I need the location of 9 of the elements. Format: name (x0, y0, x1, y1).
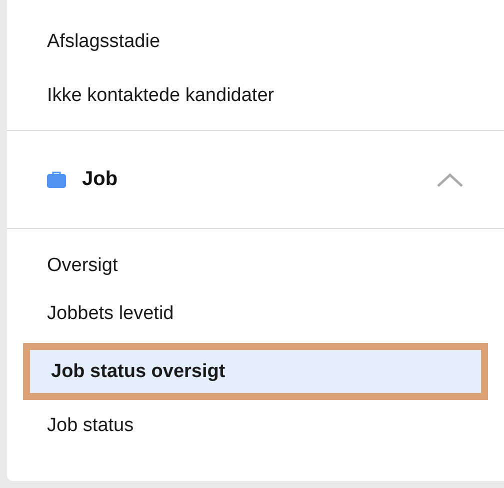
menu-item[interactable]: Oversigt (7, 247, 504, 295)
menu-item[interactable]: Afslagsstadie (7, 22, 504, 76)
section-title[interactable]: Job (82, 168, 436, 191)
menu-item[interactable]: Job status (7, 407, 504, 455)
menu-item[interactable]: Ikke kontaktede kandidater (7, 76, 504, 130)
briefcase-icon (47, 171, 66, 188)
menu-item[interactable]: Job status oversigt (23, 343, 488, 400)
menu-item[interactable]: Jobbets levetid (7, 295, 504, 343)
chevron-icon[interactable] (436, 172, 464, 188)
